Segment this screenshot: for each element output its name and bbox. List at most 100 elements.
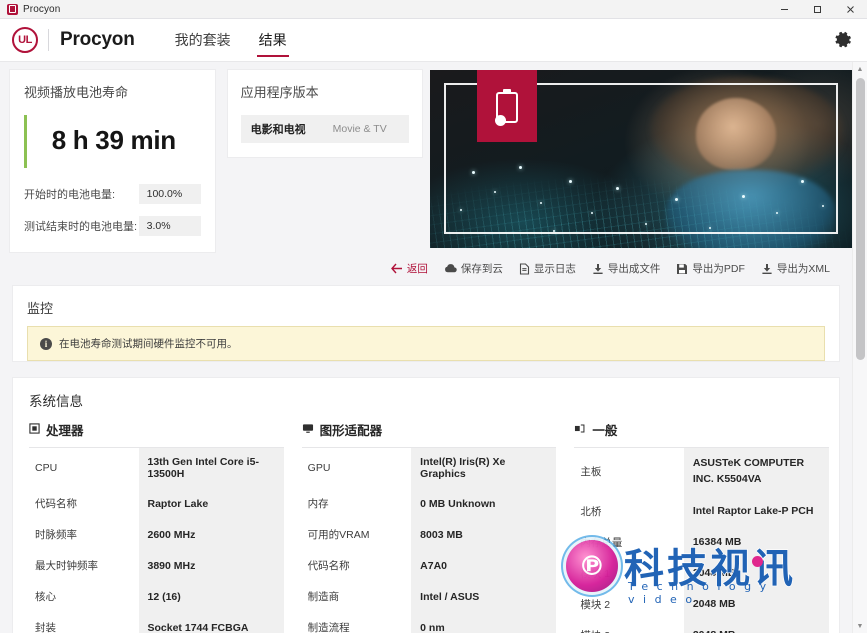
action-save-to-cloud-label: 保存到云 <box>460 263 503 275</box>
row-key: 内存总量 <box>580 536 623 549</box>
ul-logo-icon: UL <box>12 27 38 53</box>
table-row: GPU Intel(R) Iris(R) Xe Graphics <box>302 448 557 488</box>
table-row: 模块 3 2048 MB <box>574 619 830 633</box>
vertical-scrollbar[interactable]: ▲ ▼ <box>852 62 867 633</box>
table-row: 时脉频率 2600 MHz <box>29 519 284 550</box>
processor-heading-label: 处理器 <box>46 424 84 438</box>
row-key: 核心 <box>35 591 56 603</box>
general-icon <box>574 421 586 439</box>
system-info-column-graphics: 图形适配器 GPU Intel(R) Iris(R) Xe Graphics 内… <box>301 420 557 633</box>
table-row: 模块 1 2048 MB <box>574 557 830 589</box>
table-row: 可用的VRAM 8003 MB <box>302 519 557 550</box>
row-value: Raptor Lake <box>138 488 284 519</box>
arrow-left-icon <box>390 263 403 274</box>
gear-icon[interactable] <box>835 31 853 49</box>
row-key: 模块 3 <box>574 620 684 633</box>
system-info-panel: 系统信息 处理器 CPU 13th Gen Intel Core i5-1350… <box>13 378 839 633</box>
battery-score-row: 8 h 39 min <box>24 115 201 168</box>
processor-heading: 处理器 <box>29 420 284 448</box>
battery-score-value: 8 h 39 min <box>51 125 176 155</box>
table-row: 制造商 Intel / ASUS <box>302 581 557 612</box>
general-heading: 一般 <box>574 420 830 448</box>
battery-start-value: 100.0% <box>138 184 201 204</box>
row-key: GPU <box>307 462 331 474</box>
minimize-button[interactable] <box>768 0 801 19</box>
tab-results[interactable]: 结果 <box>245 19 301 62</box>
row-value: Intel Raptor Lake-P PCH <box>683 495 830 527</box>
page-scroll-area: 视频播放电池寿命 8 h 39 min 开始时的电池电量: 100.0% 测试结… <box>0 62 867 633</box>
graphics-heading: 图形适配器 <box>301 420 557 448</box>
action-export-file[interactable]: 导出成文件 <box>592 261 660 276</box>
row-key: 北桥 <box>580 505 602 518</box>
general-heading-label: 一般 <box>592 424 618 438</box>
low-battery-icon <box>477 70 538 142</box>
app-version-row: 电影和电视 Movie & TV <box>240 115 410 143</box>
cpu-icon <box>29 421 40 439</box>
scrollbar-thumb[interactable] <box>856 78 865 360</box>
document-icon <box>519 262 530 275</box>
titlebar-left: Procyon <box>0 3 61 15</box>
action-show-log-label: 显示日志 <box>533 263 576 275</box>
battery-card-title: 视频播放电池寿命 <box>24 85 129 100</box>
app-version-title: 应用程序版本 <box>240 85 319 100</box>
row-value: Intel(R) Iris(R) Xe Graphics <box>411 448 557 488</box>
row-key: 内存 <box>307 498 329 510</box>
table-row: 代码名称 A7A0 <box>302 550 557 581</box>
app-version-name: 电影和电视 <box>250 124 306 136</box>
table-row: CPU 13th Gen Intel Core i5-13500H <box>29 448 284 488</box>
row-value: 2048 MB <box>683 588 830 620</box>
system-info-columns: 处理器 CPU 13th Gen Intel Core i5-13500H 代码… <box>13 420 839 633</box>
table-row: 北桥 Intel Raptor Lake-P PCH <box>574 495 830 527</box>
monitoring-notice: i 在电池寿命测试期间硬件监控不可用。 <box>27 326 825 361</box>
scroll-up-arrow[interactable]: ▲ <box>853 62 867 76</box>
window-title: Procyon <box>23 3 61 15</box>
row-key: 可用的VRAM <box>307 529 370 541</box>
table-row: 封装 Socket 1744 FCBGA <box>29 612 284 633</box>
app-header: UL Procyon 我的套装 结果 <box>0 19 867 62</box>
action-export-pdf-label: 导出为PDF <box>692 263 745 275</box>
action-back[interactable]: 返回 <box>390 261 428 276</box>
row-value: 13th Gen Intel Core i5-13500H <box>138 448 284 488</box>
action-export-xml[interactable]: 导出为XML <box>761 261 830 276</box>
row-key: 代码名称 <box>307 560 350 572</box>
row-value: Socket 1744 FCBGA <box>138 612 284 633</box>
results-top-row: 视频播放电池寿命 8 h 39 min 开始时的电池电量: 100.0% 测试结… <box>0 62 853 252</box>
action-save-to-cloud[interactable]: 保存到云 <box>444 261 503 276</box>
monitoring-panel: 监控 i 在电池寿命测试期间硬件监控不可用。 <box>13 286 839 361</box>
battery-start-row: 开始时的电池电量: 100.0% <box>24 184 201 204</box>
row-value: 2600 MHz <box>138 519 284 550</box>
result-actions: 返回 保存到云 显示日志 导出成文件 导出为PDF 导出为XML <box>0 252 852 286</box>
scroll-down-arrow[interactable]: ▼ <box>853 619 867 633</box>
tab-my-suites[interactable]: 我的套装 <box>161 19 245 62</box>
table-row: 内存总量 16384 MB <box>574 526 830 558</box>
row-value: 12 (16) <box>138 581 284 612</box>
table-row: 模块 2 2048 MB <box>574 588 830 620</box>
window-controls <box>768 0 867 19</box>
battery-end-value: 3.0% <box>138 216 201 236</box>
app-icon <box>7 3 18 15</box>
window-titlebar: Procyon <box>0 0 867 19</box>
system-info-title: 系统信息 <box>29 394 83 409</box>
hero-banner <box>430 70 853 248</box>
action-show-log[interactable]: 显示日志 <box>519 261 576 276</box>
row-key: 制造流程 <box>307 622 350 633</box>
row-key: 时脉频率 <box>35 529 77 541</box>
row-key: 主板 <box>580 466 602 479</box>
table-row: 制造流程 0 nm <box>302 612 557 633</box>
row-key: 模块 2 <box>580 598 611 611</box>
action-export-pdf[interactable]: 导出为PDF <box>676 261 745 276</box>
save-disk-icon <box>676 263 688 275</box>
maximize-button[interactable] <box>801 0 834 19</box>
download-icon <box>761 263 773 275</box>
logo-divider <box>48 29 49 51</box>
row-value: Intel / ASUS <box>411 581 557 612</box>
battery-start-label: 开始时的电池电量: <box>24 189 116 201</box>
system-info-column-processor: 处理器 CPU 13th Gen Intel Core i5-13500H 代码… <box>29 420 284 633</box>
cloud-upload-icon <box>444 263 457 274</box>
close-button[interactable] <box>834 0 867 19</box>
row-value: 8003 MB <box>411 519 557 550</box>
row-key: 封装 <box>35 622 56 633</box>
brand-title: Procyon <box>60 29 135 50</box>
row-key: 最大时钟频率 <box>35 560 98 572</box>
table-row: 核心 12 (16) <box>29 581 284 612</box>
